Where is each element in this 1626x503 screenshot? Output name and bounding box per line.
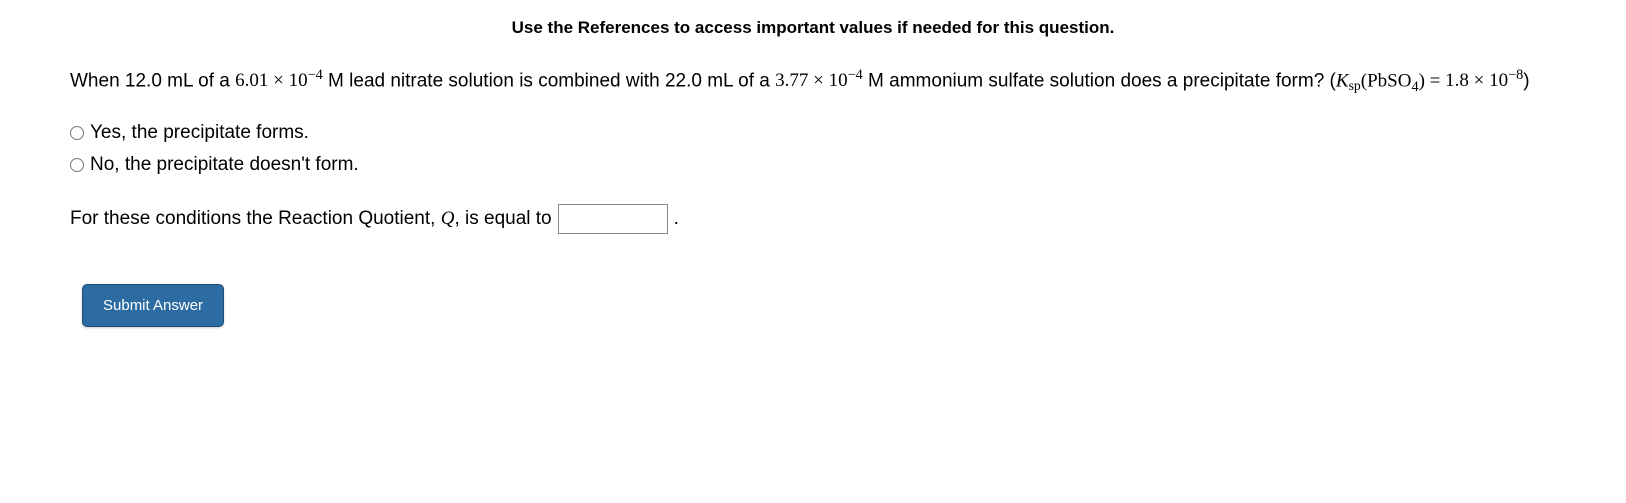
ksp-K: K <box>1336 70 1349 91</box>
ksp-eq: = <box>1425 70 1445 91</box>
quotient-middle: , is equal to <box>454 208 551 229</box>
option-yes-label: Yes, the precipitate forms. <box>90 117 309 149</box>
option-yes-radio[interactable] <box>70 126 84 140</box>
q-part-c: M lead nitrate solution is combined with <box>323 70 665 91</box>
conc1-base: 6.01 <box>235 70 268 91</box>
option-no-radio[interactable] <box>70 158 84 172</box>
q-part-d: mL of a <box>702 70 775 91</box>
options-group: Yes, the precipitate forms. No, the prec… <box>70 117 1556 182</box>
ksp-sp: sp <box>1349 78 1361 93</box>
conc2-base: 3.77 <box>775 70 808 91</box>
submit-button[interactable]: Submit Answer <box>82 284 224 327</box>
q-part-e: M ammonium sulfate solution does a preci… <box>863 70 1336 91</box>
header-instruction: Use the References to access important v… <box>70 18 1556 38</box>
ksp-value: 1.8 × 10−8 <box>1445 70 1523 91</box>
ksp-base: 1.8 <box>1445 70 1469 91</box>
quotient-symbol: Q <box>441 208 455 229</box>
q-part-b: mL of a <box>162 70 235 91</box>
reaction-quotient-line: For these conditions the Reaction Quotie… <box>70 204 1556 234</box>
ksp-exp: −8 <box>1508 67 1523 83</box>
ksp-compound: PbSO <box>1367 70 1411 91</box>
volume-1: 12.0 <box>125 70 162 91</box>
volume-2: 22.0 <box>665 70 702 91</box>
times-2: × 10 <box>808 70 847 91</box>
quotient-prefix: For these conditions the Reaction Quotie… <box>70 208 441 229</box>
quotient-suffix: . <box>674 208 679 230</box>
times-1: × 10 <box>268 70 307 91</box>
quotient-input[interactable] <box>558 204 668 234</box>
q-part-a: When <box>70 70 125 91</box>
conc2-exp: −4 <box>848 67 863 83</box>
option-yes-row: Yes, the precipitate forms. <box>70 117 1556 149</box>
option-no-label: No, the precipitate doesn't form. <box>90 149 359 181</box>
concentration-1: 6.01 × 10−4 <box>235 70 323 91</box>
question-text: When 12.0 mL of a 6.01 × 10−4 M lead nit… <box>70 64 1556 99</box>
concentration-2: 3.77 × 10−4 <box>775 70 863 91</box>
q-part-f: ) <box>1523 70 1529 91</box>
conc1-exp: −4 <box>308 67 323 83</box>
option-no-row: No, the precipitate doesn't form. <box>70 149 1556 181</box>
ksp-compound-4: 4 <box>1411 79 1418 95</box>
times-3: × 10 <box>1469 70 1508 91</box>
